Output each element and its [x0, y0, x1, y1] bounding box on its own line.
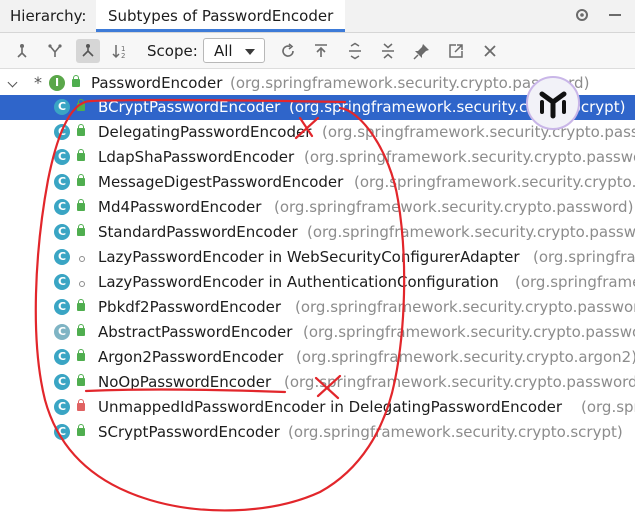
class-name: LdapShaPasswordEncoder — [98, 148, 295, 166]
class-package: (org.springframework.security.crypto.pas… — [322, 123, 635, 141]
package-private-icon — [79, 256, 85, 262]
root-name: PasswordEncoder — [91, 74, 223, 92]
chevron-down-icon — [245, 49, 255, 55]
class-name: Md4PasswordEncoder — [98, 198, 262, 216]
gear-icon[interactable] — [573, 6, 591, 24]
class-icon: C — [54, 374, 70, 390]
public-lock-icon — [77, 174, 85, 186]
class-name: SCryptPasswordEncoder — [98, 423, 280, 441]
close-icon[interactable] — [478, 39, 502, 63]
scope-label: Scope: — [147, 42, 198, 60]
class-name: StandardPasswordEncoder — [98, 223, 298, 241]
class-icon: C — [54, 224, 70, 240]
hierarchy-tree: * I PasswordEncoder (org.springframework… — [0, 69, 635, 527]
public-lock-icon — [77, 424, 85, 436]
pin-icon[interactable] — [410, 39, 434, 63]
subtypes-icon[interactable] — [76, 39, 100, 63]
class-icon: C — [54, 174, 70, 190]
refresh-icon[interactable] — [276, 39, 300, 63]
export-icon[interactable] — [309, 39, 333, 63]
sort-alpha-icon[interactable]: 12 — [109, 39, 133, 63]
class-name: LazyPasswordEncoder in AuthenticationCon… — [98, 273, 499, 291]
class-package: (org.springframework.security.crypto.pas… — [274, 198, 634, 216]
logo-icon — [539, 91, 567, 119]
star-icon: * — [34, 73, 42, 92]
public-lock-icon — [77, 124, 85, 136]
class-icon: C — [54, 349, 70, 365]
tree-row[interactable]: C Md4PasswordEncoder (org.springframewor… — [0, 195, 635, 220]
class-package: (org.springframework.security.crypto.pas… — [581, 398, 635, 416]
class-name: NoOpPasswordEncoder — [98, 373, 272, 391]
tab-subtypes[interactable]: Subtypes of PasswordEncoder — [96, 0, 346, 32]
tree-row[interactable]: C SCryptPasswordEncoder (org.springframe… — [0, 420, 635, 445]
class-icon: C — [54, 249, 70, 265]
tree-row[interactable]: C LazyPasswordEncoder in WebSecurityConf… — [0, 245, 635, 270]
public-lock-icon — [77, 374, 85, 386]
class-package: (org.springframework.security.config.ann… — [533, 248, 635, 266]
hierarchy-title: Hierarchy: — [10, 7, 87, 25]
class-package: (org.springframework.security.crypto.pas… — [284, 373, 635, 391]
class-package: (org.springframework.security.crypto.pas… — [295, 298, 635, 316]
class-icon: C — [54, 399, 70, 415]
class-name: DelegatingPasswordEncoder — [98, 123, 312, 141]
tree-row[interactable]: C LdapShaPasswordEncoder (org.springfram… — [0, 145, 635, 170]
class-icon: C — [54, 124, 70, 140]
scope-select[interactable]: All — [203, 38, 265, 63]
class-icon: C — [54, 299, 70, 315]
tree-row[interactable]: C MessageDigestPasswordEncoder (org.spri… — [0, 170, 635, 195]
class-name: BCryptPasswordEncoder — [98, 98, 281, 116]
public-lock-icon — [72, 75, 80, 87]
collapse-all-icon[interactable] — [376, 39, 400, 63]
private-lock-icon — [77, 399, 85, 411]
tree-row[interactable]: C AbstractPasswordEncoder (org.springfra… — [0, 320, 635, 345]
class-icon: C — [54, 199, 70, 215]
class-icon: C — [54, 274, 70, 290]
hierarchy-toolbar: 12 Scope: All — [0, 33, 635, 69]
class-name: MessageDigestPasswordEncoder — [98, 173, 344, 191]
public-lock-icon — [77, 349, 85, 361]
public-lock-icon — [77, 299, 85, 311]
class-name: Pbkdf2PasswordEncoder — [98, 298, 281, 316]
hierarchy-header: Hierarchy: Subtypes of PasswordEncoder — [0, 0, 635, 33]
tree-row[interactable]: C UnmappedIdPasswordEncoder in Delegatin… — [0, 395, 635, 420]
expand-all-icon[interactable] — [343, 39, 367, 63]
scope-value: All — [214, 42, 233, 60]
supertypes-icon[interactable] — [43, 39, 67, 63]
minimize-icon[interactable] — [609, 14, 621, 16]
public-lock-icon — [77, 224, 85, 236]
public-lock-icon — [77, 99, 85, 111]
svg-text:2: 2 — [121, 52, 125, 60]
tree-row[interactable]: C LazyPasswordEncoder in AuthenticationC… — [0, 270, 635, 295]
package-private-icon — [79, 281, 85, 287]
tree-row[interactable]: C Pbkdf2PasswordEncoder (org.springframe… — [0, 295, 635, 320]
public-lock-icon — [77, 149, 85, 161]
class-package: (org.springframework.security.crypto.arg… — [296, 348, 635, 366]
open-in-new-icon[interactable] — [444, 39, 468, 63]
type-hierarchy-icon[interactable] — [10, 39, 34, 63]
logo-badge — [526, 76, 580, 130]
class-package: (org.springframework.security.crypto.pas… — [303, 323, 635, 341]
class-package: (org.springframework.security.crypto.scr… — [288, 423, 623, 441]
tree-row[interactable]: C NoOpPasswordEncoder (org.springframewo… — [0, 370, 635, 395]
chevron-down-icon[interactable] — [7, 77, 18, 88]
class-name: UnmappedIdPasswordEncoder in DelegatingP… — [98, 398, 562, 416]
public-lock-icon — [77, 324, 85, 336]
class-package: (org.springframework.security.config.ann… — [515, 273, 635, 291]
class-package: (org.springframework.security.crypto.pas… — [304, 148, 635, 166]
public-lock-icon — [77, 199, 85, 211]
class-name: Argon2PasswordEncoder — [98, 348, 284, 366]
class-name: LazyPasswordEncoder in WebSecurityConfig… — [98, 248, 520, 266]
class-package: (org.springframework.security.crypto.pas… — [354, 173, 635, 191]
class-icon: C — [54, 424, 70, 440]
class-icon: C — [54, 149, 70, 165]
class-icon: C — [54, 99, 70, 115]
abstract-class-icon: C — [54, 324, 70, 340]
interface-icon: I — [49, 75, 65, 91]
tree-row[interactable]: C StandardPasswordEncoder (org.springfra… — [0, 220, 635, 245]
tree-row[interactable]: C Argon2PasswordEncoder (org.springframe… — [0, 345, 635, 370]
class-package: (org.springframework.security.crypto.pas… — [307, 223, 635, 241]
class-name: AbstractPasswordEncoder — [98, 323, 293, 341]
